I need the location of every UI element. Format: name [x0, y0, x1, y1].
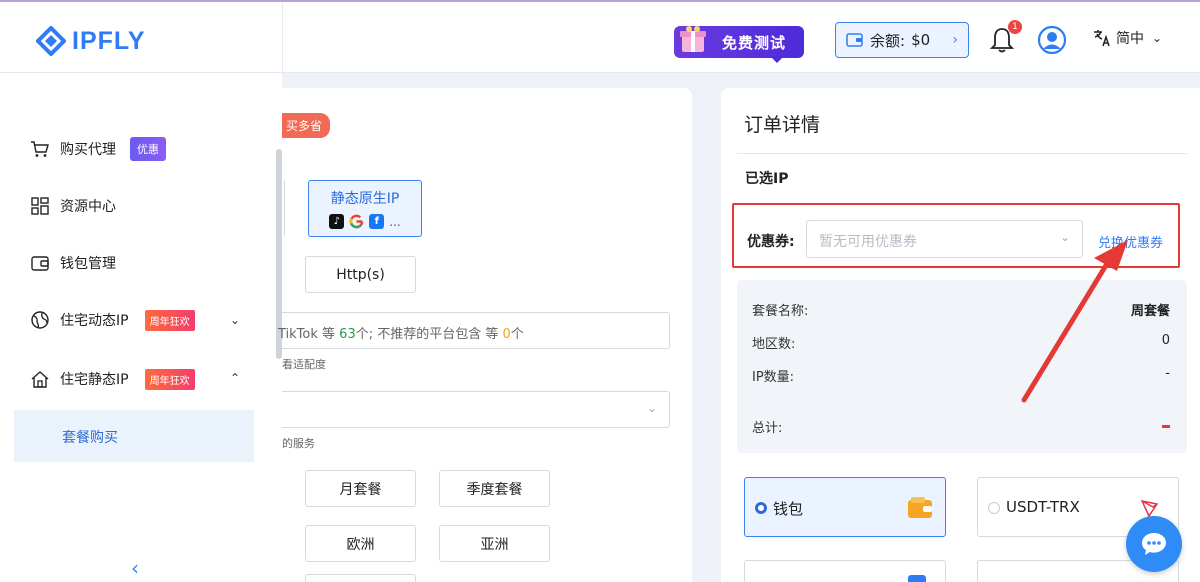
- payment-option-next-left[interactable]: [744, 560, 946, 582]
- sidebar-item-static-ip[interactable]: 住宅静态IP 周年狂欢: [30, 366, 195, 392]
- chat-bubble-icon: [1142, 533, 1166, 555]
- protocol-label: Http(s): [336, 266, 385, 283]
- payment-option-wallet[interactable]: 钱包: [744, 477, 946, 537]
- radio-unselected: [988, 502, 1000, 514]
- sidebar-item-label: 住宅静态IP: [60, 372, 129, 388]
- summary-value: 周套餐: [1130, 304, 1170, 319]
- notification-badge: 1: [1008, 20, 1022, 34]
- sidebar-item-dynamic-ip[interactable]: 住宅动态IP 周年狂欢: [30, 307, 195, 333]
- wallet-icon: [908, 497, 932, 518]
- total-value: [1162, 425, 1170, 428]
- free-trial-button[interactable]: 免费测试: [674, 22, 804, 63]
- option-edge: [282, 180, 285, 237]
- redeem-coupon-link[interactable]: 兑换优惠券: [1098, 232, 1163, 251]
- promo-badge: 买多省: [282, 113, 331, 138]
- region-option-asia[interactable]: 亚洲: [439, 525, 550, 562]
- logo[interactable]: IPFLY: [36, 26, 146, 56]
- wallet-icon: [31, 256, 49, 271]
- static-native-ip-label: 静态原生IP: [330, 191, 400, 207]
- check-fit-link[interactable]: 看适配度: [282, 356, 326, 372]
- chat-support-button[interactable]: [1126, 516, 1182, 572]
- cart-icon: [31, 141, 49, 157]
- language-selector[interactable]: 简中 ⌄: [1092, 28, 1162, 48]
- region-option-europe[interactable]: 欧洲: [305, 525, 416, 562]
- home-icon: [31, 371, 49, 388]
- period-label: 季度套餐: [466, 481, 523, 498]
- summary-label: IP数量:: [752, 370, 795, 385]
- free-trial-label: 免费测试: [722, 34, 787, 52]
- balance-button[interactable]: 余额: $0 ›: [835, 22, 969, 58]
- header-divider: [282, 2, 283, 75]
- wallet-icon: [846, 33, 863, 47]
- sidebar-item-label: 购买代理: [60, 142, 116, 158]
- more-platforms: ...: [389, 214, 401, 229]
- region-label: 欧洲: [346, 536, 375, 553]
- grid-icon: [31, 197, 49, 215]
- service-select[interactable]: ⌄: [282, 391, 670, 428]
- sidebar-item-buy-proxy[interactable]: 购买代理 优惠: [30, 136, 166, 162]
- payment-label: 钱包: [773, 500, 804, 518]
- sidebar: 购买代理 优惠 资源中心 钱包管理 住宅动态IP 周年狂欢 ⌄ 住宅静态IP 周…: [0, 73, 282, 582]
- balance-value: $0: [911, 31, 931, 49]
- anniversary-tag: 周年狂欢: [144, 368, 195, 390]
- summary-label: 总计:: [752, 421, 783, 436]
- order-title: 订单详情: [744, 114, 821, 136]
- period-label: 月套餐: [339, 481, 382, 498]
- service-note: 的服务: [282, 437, 315, 450]
- tron-icon: [1140, 499, 1159, 518]
- order-divider: [737, 153, 1187, 154]
- sidebar-subitem-package-purchase[interactable]: 套餐购买: [14, 410, 254, 462]
- chevron-down-icon[interactable]: ⌄: [230, 313, 240, 327]
- sidebar-item-wallet[interactable]: 钱包管理: [30, 250, 116, 276]
- payment-icon: [908, 575, 926, 582]
- chevron-up-icon[interactable]: ⌃: [230, 371, 240, 385]
- platform-icons: ♪ f ...: [329, 214, 401, 229]
- protocol-option-https[interactable]: Http(s): [305, 256, 416, 293]
- radio-selected: [755, 502, 767, 514]
- translate-icon: [1094, 30, 1110, 47]
- logo-text: IPFLY: [72, 26, 146, 55]
- period-option-quarterly[interactable]: 季度套餐: [439, 470, 550, 507]
- platform-field[interactable]: TikTok 等 63个; 不推荐的平台包含 等 0个: [278, 312, 670, 349]
- collapse-sidebar-icon[interactable]: ‹: [131, 556, 139, 580]
- chevron-right-icon: ›: [952, 32, 958, 48]
- balance-label: 余额:: [870, 31, 906, 50]
- sidebar-item-label: 住宅动态IP: [60, 313, 129, 329]
- sidebar-item-label: 钱包管理: [60, 256, 116, 272]
- coupon-select[interactable]: 暂无可用优惠券 ⌄: [806, 220, 1083, 258]
- user-avatar-icon[interactable]: [1038, 26, 1066, 54]
- chevron-down-icon: ⌄: [646, 401, 657, 415]
- platform-note: TikTok 等 63个; 不推荐的平台包含 等 0个: [278, 327, 524, 342]
- facebook-icon: f: [369, 214, 385, 229]
- payment-label: USDT-TRX: [1006, 498, 1080, 516]
- region-option-next[interactable]: [305, 574, 416, 582]
- free-trial-pointer: [770, 56, 784, 63]
- chevron-down-icon: ⌄: [1152, 31, 1163, 45]
- chevron-down-icon: ⌄: [1059, 230, 1070, 244]
- summary-label: 地区数:: [752, 337, 796, 352]
- summary-value: -: [1165, 366, 1170, 381]
- ipfly-logo-icon: [36, 26, 66, 56]
- discount-tag: 优惠: [130, 137, 166, 161]
- region-label: 亚洲: [480, 536, 509, 553]
- top-bar: IPFLY 免费测试 余额: $0 › 1 简中 ⌄: [0, 0, 1200, 75]
- static-native-ip-option[interactable]: 静态原生IP ♪ f ...: [308, 180, 422, 237]
- google-icon: [349, 214, 364, 229]
- tiktok-icon: ♪: [329, 214, 345, 229]
- summary-value: 0: [1161, 333, 1170, 348]
- globe-icon: [31, 311, 49, 329]
- coupon-placeholder: 暂无可用优惠券: [819, 234, 917, 250]
- coupon-label: 优惠券:: [747, 234, 795, 250]
- anniversary-tag: 周年狂欢: [144, 309, 195, 331]
- language-label: 简中: [1116, 31, 1144, 47]
- sidebar-item-resource-center[interactable]: 资源中心: [30, 193, 116, 219]
- sidebar-item-label: 资源中心: [60, 199, 116, 215]
- sidebar-subitem-label: 套餐购买: [62, 430, 118, 446]
- summary-label: 套餐名称:: [752, 304, 809, 319]
- selected-ip-heading: 已选IP: [745, 171, 789, 187]
- gift-icon: [680, 26, 706, 52]
- period-option-monthly[interactable]: 月套餐: [305, 470, 416, 507]
